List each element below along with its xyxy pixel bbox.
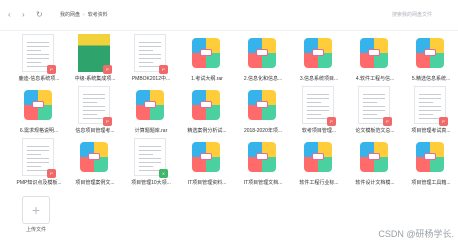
file-thumbnail	[134, 86, 166, 124]
file-thumbnail	[358, 138, 390, 176]
file-thumbnail	[190, 86, 222, 124]
pdf-badge-icon: P	[383, 117, 392, 126]
file-thumbnail	[246, 34, 278, 72]
upload-label: 上传文件	[25, 227, 46, 233]
zip-file-icon	[304, 38, 332, 68]
file-thumbnail	[414, 34, 446, 72]
file-thumbnail	[22, 86, 54, 124]
file-thumbnail	[302, 138, 334, 176]
zip-file-icon	[360, 38, 388, 68]
file-thumbnail	[358, 34, 390, 72]
zip-file-icon	[248, 142, 276, 172]
file-item[interactable]: P 项目管理考试真...	[398, 86, 458, 144]
pdf-badge-icon: P	[159, 65, 168, 74]
zip-file-icon	[192, 90, 220, 120]
file-thumbnail	[246, 86, 278, 124]
file-thumbnail: P	[22, 138, 56, 178]
file-grid: P 鹿迪-信息系统项... P 中级-系统集成项... P PMBOK2012中... 1.…	[0, 0, 458, 246]
file-thumbnail: P	[22, 34, 56, 74]
zip-file-icon	[136, 90, 164, 120]
pdf-badge-icon: P	[103, 65, 112, 74]
file-thumbnail	[246, 138, 278, 176]
zip-file-icon	[248, 90, 276, 120]
zip-file-icon	[304, 142, 332, 172]
watermark: CSDN @研杨学长.	[378, 229, 454, 239]
file-thumbnail: P	[358, 86, 392, 126]
file-thumbnail: P	[414, 86, 448, 126]
file-thumbnail: P	[78, 34, 112, 74]
file-name: 5.精选信息系统...	[411, 76, 451, 82]
file-name: 项目管理工具箱...	[411, 180, 451, 186]
file-thumbnail: P	[302, 86, 336, 126]
pdf-badge-icon: P	[47, 65, 56, 74]
file-name: 项目管理考试真...	[411, 128, 451, 134]
file-thumbnail: P	[134, 34, 168, 74]
file-item[interactable]: 项目管理工具箱...	[398, 138, 458, 196]
zip-file-icon	[416, 38, 444, 68]
file-thumbnail	[190, 34, 222, 72]
pdf-badge-icon: P	[47, 169, 56, 178]
plus-icon: +	[31, 202, 41, 218]
zip-file-icon	[416, 142, 444, 172]
zip-file-icon	[80, 142, 108, 172]
upload-button[interactable]: +	[22, 196, 50, 224]
zip-file-icon	[360, 142, 388, 172]
excel-badge-icon: X	[159, 169, 168, 178]
pdf-badge-icon: P	[103, 117, 112, 126]
file-thumbnail	[302, 34, 334, 72]
file-thumbnail	[414, 138, 446, 176]
file-thumbnail	[190, 138, 222, 176]
zip-file-icon	[192, 142, 220, 172]
pdf-badge-icon: P	[439, 117, 448, 126]
file-thumbnail: P	[78, 86, 112, 126]
zip-file-icon	[24, 90, 52, 120]
file-thumbnail: X	[134, 138, 168, 178]
pdf-badge-icon: P	[327, 117, 336, 126]
zip-file-icon	[248, 38, 276, 68]
file-item[interactable]: 5.精选信息系统...	[398, 34, 458, 92]
file-thumbnail	[78, 138, 110, 176]
zip-file-icon	[192, 38, 220, 68]
